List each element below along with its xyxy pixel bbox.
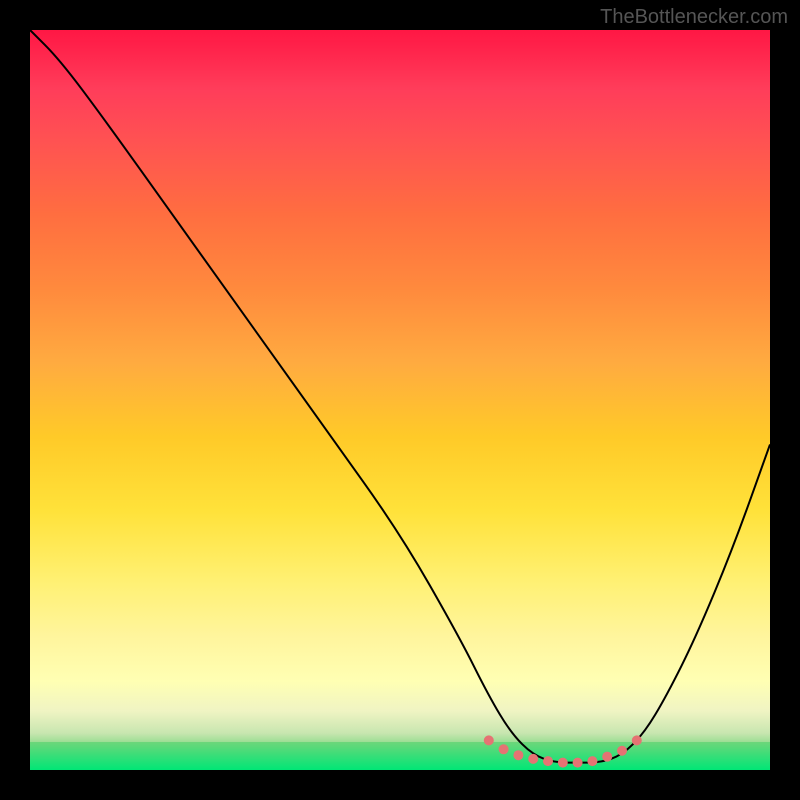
watermark-text: TheBottlenecker.com bbox=[600, 6, 788, 29]
optimal-dot bbox=[513, 750, 523, 760]
chart-svg bbox=[30, 30, 770, 770]
optimal-dots-group bbox=[484, 735, 642, 767]
optimal-dot bbox=[632, 735, 642, 745]
optimal-dot bbox=[602, 752, 612, 762]
optimal-dot bbox=[587, 756, 597, 766]
optimal-dot bbox=[484, 735, 494, 745]
optimal-dot bbox=[558, 758, 568, 768]
optimal-dot bbox=[573, 758, 583, 768]
optimal-dot bbox=[617, 746, 627, 756]
optimal-dot bbox=[543, 756, 553, 766]
bottleneck-curve bbox=[30, 30, 770, 763]
optimal-dot bbox=[528, 754, 538, 764]
optimal-dot bbox=[499, 744, 509, 754]
chart-plot-area bbox=[30, 30, 770, 770]
